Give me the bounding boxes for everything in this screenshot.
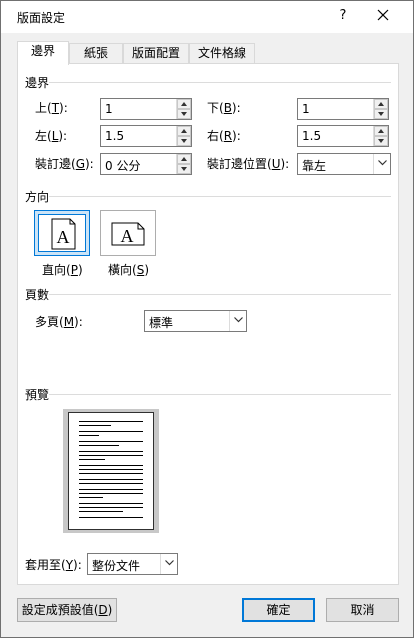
spin-up-icon[interactable] bbox=[374, 99, 388, 109]
spin-down-icon[interactable] bbox=[177, 136, 191, 146]
close-button[interactable] bbox=[367, 5, 399, 29]
tab-label: 紙張 bbox=[83, 46, 108, 60]
preview-line bbox=[79, 445, 119, 446]
preview-line bbox=[79, 489, 143, 490]
spin-down-icon[interactable] bbox=[374, 109, 388, 119]
landscape-label[interactable]: 橫向(S) bbox=[108, 262, 149, 278]
tab-label: 文件格線 bbox=[197, 46, 246, 60]
window-title: 版面設定 bbox=[17, 11, 66, 25]
left-margin-spinner[interactable]: 1.5 bbox=[100, 125, 192, 147]
tab-layout[interactable]: 版面配置 bbox=[123, 43, 189, 63]
bottom-margin-label: 下(B): bbox=[207, 101, 241, 115]
preview-line bbox=[79, 497, 103, 498]
tab-paper[interactable]: 紙張 bbox=[69, 43, 123, 63]
tab-label: 邊界 bbox=[30, 44, 55, 58]
section-divider bbox=[49, 294, 391, 295]
preview-line bbox=[79, 493, 143, 494]
preview-line bbox=[79, 517, 143, 518]
preview-line bbox=[79, 511, 123, 512]
top-margin-value[interactable]: 1 bbox=[105, 102, 113, 116]
right-margin-label: 右(R): bbox=[207, 129, 241, 143]
preview-line bbox=[79, 507, 143, 508]
margins-section-label: 邊界 bbox=[25, 74, 50, 91]
spin-down-icon[interactable] bbox=[177, 164, 191, 174]
section-divider bbox=[49, 196, 391, 197]
gutter-position-dropdown[interactable]: 靠左 bbox=[297, 153, 391, 175]
gutter-position-label: 裝訂邊位置(U): bbox=[207, 157, 290, 171]
right-margin-value[interactable]: 1.5 bbox=[302, 129, 321, 143]
top-margin-label: 上(T): bbox=[35, 101, 68, 115]
preview-line bbox=[79, 465, 143, 466]
gutter-label: 裝訂邊(G): bbox=[35, 157, 94, 171]
preview-line bbox=[79, 483, 143, 484]
gutter-value[interactable]: 0 公分 bbox=[105, 157, 140, 174]
preview-line bbox=[79, 479, 143, 480]
multiple-pages-value: 標準 bbox=[149, 316, 174, 330]
title-bar: 版面設定 ? bbox=[1, 1, 413, 33]
chevron-down-icon[interactable] bbox=[160, 554, 177, 574]
apply-to-value: 整份文件 bbox=[92, 559, 141, 573]
preview-line bbox=[79, 421, 143, 422]
landscape-button-frame: A bbox=[104, 214, 152, 252]
tab-label: 版面配置 bbox=[131, 46, 180, 60]
bottom-margin-spinner[interactable]: 1 bbox=[297, 98, 389, 120]
orientation-section-label: 方向 bbox=[25, 188, 50, 205]
svg-text:A: A bbox=[57, 227, 70, 247]
spin-up-icon[interactable] bbox=[177, 99, 191, 109]
button-label: 設定成預設值( bbox=[21, 603, 99, 617]
spin-down-icon[interactable] bbox=[177, 109, 191, 119]
left-margin-label: 左(L): bbox=[35, 129, 68, 143]
preview-thumbnail bbox=[63, 409, 159, 533]
chevron-down-icon[interactable] bbox=[373, 154, 390, 174]
button-hotkey: D bbox=[98, 603, 108, 617]
spin-down-icon[interactable] bbox=[374, 136, 388, 146]
landscape-button[interactable]: A bbox=[100, 210, 156, 256]
gutter-spinner[interactable]: 0 公分 bbox=[100, 153, 192, 175]
spin-up-icon[interactable] bbox=[177, 126, 191, 136]
left-margin-value[interactable]: 1.5 bbox=[105, 129, 124, 143]
preview-line bbox=[79, 435, 99, 436]
portrait-button-frame: A bbox=[38, 214, 86, 252]
preview-line bbox=[79, 441, 143, 442]
tab-margins[interactable]: 邊界 bbox=[17, 41, 69, 65]
cancel-button[interactable]: 取消 bbox=[326, 598, 399, 622]
preview-line bbox=[79, 459, 105, 460]
portrait-button[interactable]: A bbox=[34, 210, 90, 256]
preview-line bbox=[79, 451, 143, 452]
tab-document-grid[interactable]: 文件格線 bbox=[189, 43, 255, 63]
apply-to-dropdown[interactable]: 整份文件 bbox=[87, 553, 178, 575]
section-divider bbox=[49, 394, 391, 395]
multiple-pages-label: 多頁(M): bbox=[35, 315, 83, 329]
preview-line bbox=[79, 431, 143, 432]
preview-line bbox=[79, 503, 143, 504]
set-as-default-button[interactable]: 設定成預設值(D) bbox=[17, 598, 117, 622]
preview-page bbox=[68, 412, 154, 530]
preview-line bbox=[79, 469, 143, 470]
svg-text:A: A bbox=[121, 226, 134, 246]
apply-to-label: 套用至(Y): bbox=[25, 558, 82, 572]
top-margin-spinner[interactable]: 1 bbox=[100, 98, 192, 120]
preview-line bbox=[79, 425, 111, 426]
page-setup-dialog: 版面設定 ? 邊界 紙張 版面配置 文件格線 邊界 上(T): 1 下(B): … bbox=[0, 0, 414, 638]
bottom-margin-value[interactable]: 1 bbox=[302, 102, 310, 116]
portrait-page-icon: A bbox=[51, 218, 76, 250]
close-icon bbox=[377, 9, 389, 21]
preview-line bbox=[79, 473, 143, 474]
landscape-page-icon: A bbox=[111, 222, 145, 246]
ok-button[interactable]: 確定 bbox=[242, 598, 315, 622]
preview-section-label: 預覽 bbox=[25, 386, 50, 403]
chevron-down-icon[interactable] bbox=[229, 311, 246, 331]
section-divider bbox=[49, 82, 391, 83]
spin-up-icon[interactable] bbox=[177, 154, 191, 164]
multiple-pages-dropdown[interactable]: 標準 bbox=[144, 310, 247, 332]
button-label-suffix: ) bbox=[107, 603, 113, 617]
spin-up-icon[interactable] bbox=[374, 126, 388, 136]
preview-line bbox=[79, 455, 143, 456]
right-margin-spinner[interactable]: 1.5 bbox=[297, 125, 389, 147]
gutter-position-value: 靠左 bbox=[302, 159, 327, 173]
help-button[interactable]: ? bbox=[331, 8, 355, 26]
pages-section-label: 頁數 bbox=[25, 286, 50, 303]
portrait-label[interactable]: 直向(P) bbox=[42, 262, 83, 278]
